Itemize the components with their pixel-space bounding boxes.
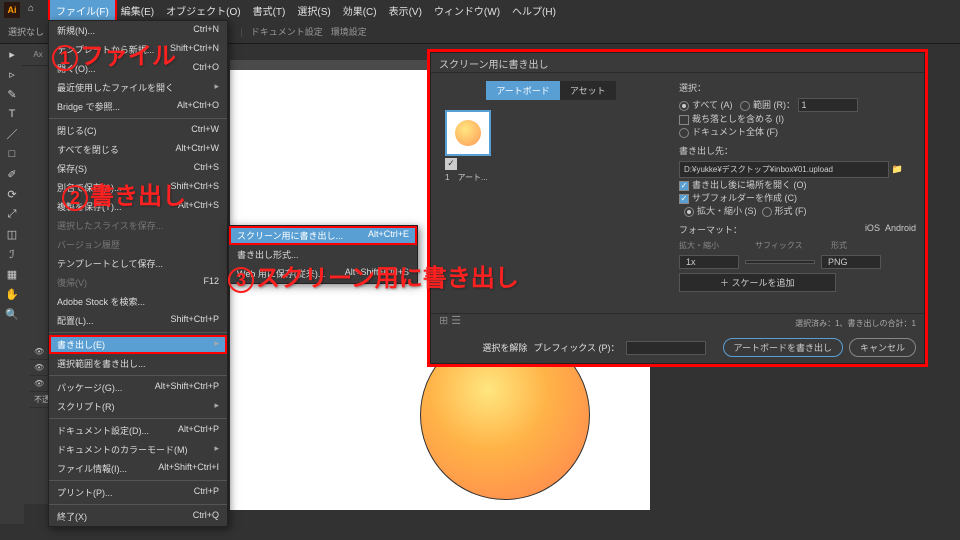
tab-artboard[interactable]: アートボード <box>486 81 559 100</box>
annotation-2: 2書き出し <box>62 176 186 211</box>
zoom-tool[interactable]: 🔍 <box>0 304 24 324</box>
tab-asset[interactable]: アセット <box>560 81 616 100</box>
formats-label: フォーマット： <box>679 225 742 235</box>
radio-format[interactable] <box>762 207 772 217</box>
menubar: Ai ⌂ ファイル(F) 編集(E) オブジェクト(O) 書式(T) 選択(S)… <box>0 0 960 20</box>
ios-btn[interactable]: iOS <box>865 223 880 233</box>
file-menu-item[interactable]: Adobe Stock を検索... <box>49 292 227 311</box>
thumb-label: 1 アート... <box>445 172 663 183</box>
direct-select-tool[interactable]: ▹ <box>0 64 24 84</box>
menu-file[interactable]: ファイル(F) <box>50 0 115 21</box>
file-menu-item[interactable]: プリント(P)...Ctrl+P <box>49 483 227 502</box>
file-menu-item[interactable]: 終了(X)Ctrl+Q <box>49 507 227 526</box>
radio-range[interactable] <box>740 101 750 111</box>
file-menu-item[interactable]: ドキュメントのカラーモード(M)▸ <box>49 440 227 459</box>
thumb-check[interactable]: ✓ <box>445 158 457 170</box>
eyedrop-tool[interactable]: ℐ <box>0 244 24 264</box>
scale-select[interactable]: 1x <box>679 255 739 269</box>
bleed-check[interactable] <box>679 115 689 125</box>
gradient-tool[interactable]: ▦ <box>0 264 24 284</box>
add-scale-btn[interactable]: ＋ スケールを追加 <box>679 273 836 292</box>
radio-scale[interactable] <box>684 207 694 217</box>
selection-tool[interactable]: ▸ <box>0 44 24 64</box>
annotation-1: 1ファイル <box>52 36 176 71</box>
path-box[interactable]: D:¥yukke¥デスクトップ¥inbox¥01.upload <box>679 161 889 178</box>
file-menu-item[interactable]: ファイル情報(I)...Alt+Shift+Ctrl+I <box>49 459 227 478</box>
file-menu-item[interactable]: ドキュメント設定(D)...Alt+Ctrl+P <box>49 421 227 440</box>
eraser-tool[interactable]: ◫ <box>0 224 24 244</box>
android-btn[interactable]: Android <box>885 223 916 233</box>
radio-all[interactable] <box>679 101 689 111</box>
file-menu-item[interactable]: 復帰(V)F12 <box>49 273 227 292</box>
file-menu-item[interactable]: スクリプト(R)▸ <box>49 397 227 416</box>
file-menu-item[interactable]: 選択範囲を書き出し... <box>49 354 227 373</box>
file-menu-item[interactable]: 最近使用したファイルを開く▸ <box>49 78 227 97</box>
clearsel-label[interactable]: 選択を解除 <box>482 341 527 354</box>
rotate-tool[interactable]: ⟳ <box>0 184 24 204</box>
range-input[interactable] <box>798 98 858 112</box>
line-tool[interactable]: ／ <box>0 124 24 144</box>
hand-tool[interactable]: ✋ <box>0 284 24 304</box>
menu-view[interactable]: 表示(V) <box>383 0 428 21</box>
subfolder-check[interactable]: ✓ <box>679 194 689 204</box>
menu-window[interactable]: ウィンドウ(W) <box>428 0 506 21</box>
export-dialog: スクリーン用に書き出し アートボード アセット ✓ 1 アート... ⊞ ☰ 選… <box>430 52 925 364</box>
dialog-right: 選択： すべて (A) 範囲 (R)： 裁ち落としを含める (I) ドキュメント… <box>671 73 924 333</box>
menu-object[interactable]: オブジェクト(O) <box>160 0 246 21</box>
file-menu-item[interactable]: テンプレートとして保存... <box>49 254 227 273</box>
file-menu-item[interactable]: 閉じる(C)Ctrl+W <box>49 121 227 140</box>
radio-fulldoc[interactable] <box>679 128 689 138</box>
file-menu-item[interactable]: 選択したスライスを保存... <box>49 216 227 235</box>
format-select[interactable]: PNG <box>821 255 881 269</box>
menu-effect[interactable]: 効果(C) <box>337 0 383 21</box>
artboard-thumb[interactable] <box>445 110 491 156</box>
prefix-input[interactable] <box>626 341 706 355</box>
scale-tool[interactable]: ⤢ <box>0 204 24 224</box>
home-icon[interactable]: ⌂ <box>28 3 42 17</box>
file-menu-item[interactable]: 書き出し(E)▸ <box>49 335 227 354</box>
select-label: 選択： <box>679 81 916 94</box>
dialog-status: 選択済み：1、書き出しの合計：1 <box>431 313 924 333</box>
suffix-input[interactable] <box>745 260 815 264</box>
brush-tool[interactable]: ✐ <box>0 164 24 184</box>
submenu-item[interactable]: スクリーン用に書き出し...Alt+Ctrl+E <box>229 226 417 245</box>
menu-edit[interactable]: 編集(E) <box>115 0 160 21</box>
menu-type[interactable]: 書式(T) <box>247 0 292 21</box>
file-menu: 新規(N)...Ctrl+Nテンプレートから新規...Shift+Ctrl+N開… <box>48 20 228 527</box>
menu-select[interactable]: 選択(S) <box>291 0 336 21</box>
prefs-btn[interactable]: 環境設定 <box>331 25 367 38</box>
export-button[interactable]: アートボードを書き出し <box>723 338 843 357</box>
annotation-3: 3スクリーン用に書き出し <box>228 258 519 293</box>
cancel-button[interactable]: キャンセル <box>849 338 916 357</box>
app-icon: Ai <box>4 2 20 18</box>
prefix-label: プレフィックス (P)： <box>533 341 619 354</box>
file-menu-item[interactable]: 配置(L)...Shift+Ctrl+P <box>49 311 227 330</box>
tools-panel: ▸ ▹ ✎ T ／ □ ✐ ⟳ ⤢ ◫ ℐ ▦ ✋ 🔍 <box>0 44 24 524</box>
menu-help[interactable]: ヘルプ(H) <box>506 0 562 21</box>
dialog-left: アートボード アセット ✓ 1 アート... ⊞ ☰ <box>431 73 671 333</box>
openafter-check[interactable]: ✓ <box>679 181 689 191</box>
dialog-title: スクリーン用に書き出し <box>431 53 924 73</box>
rect-tool[interactable]: □ <box>0 144 24 164</box>
file-menu-item[interactable]: Bridge で参照...Alt+Ctrl+O <box>49 97 227 116</box>
type-tool[interactable]: T <box>0 104 24 124</box>
pen-tool[interactable]: ✎ <box>0 84 24 104</box>
docset-btn[interactable]: ドキュメント設定 <box>251 25 323 38</box>
noselect-label: 選択なし <box>8 25 44 38</box>
file-menu-item[interactable]: バージョン履歴 <box>49 235 227 254</box>
file-menu-item[interactable]: パッケージ(G)...Alt+Shift+Ctrl+P <box>49 378 227 397</box>
file-menu-item[interactable]: すべてを閉じるAlt+Ctrl+W <box>49 140 227 159</box>
exportto-label: 書き出し先： <box>679 144 916 157</box>
